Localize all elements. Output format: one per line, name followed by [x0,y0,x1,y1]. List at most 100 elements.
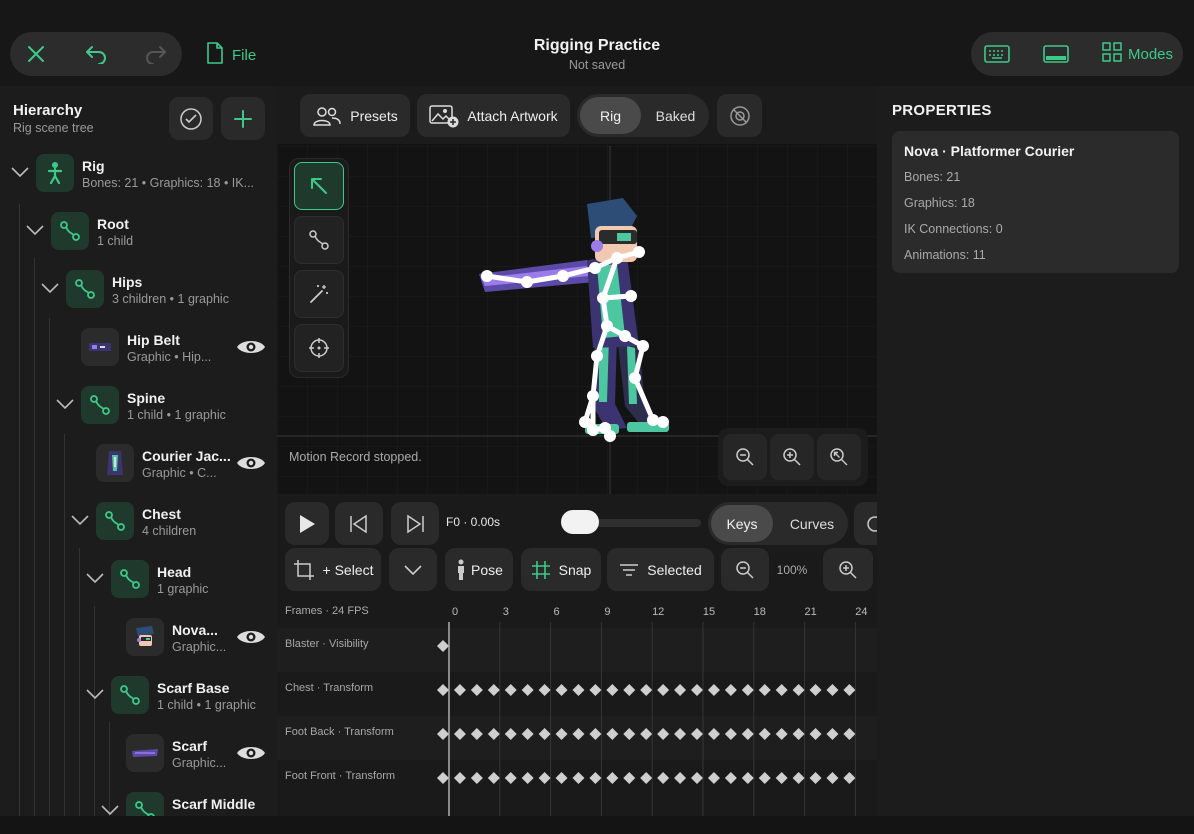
tree-row-name: Chest [142,506,181,522]
timeline-zoom-in-button[interactable] [823,548,873,591]
hierarchy-subtitle: Rig scene tree [13,121,94,135]
selected-filter-button[interactable]: Selected [607,548,714,591]
tree-row-spine[interactable]: Spine 1 child • 1 graphic [0,376,277,434]
tree-row-scarf-middle[interactable]: Scarf Middle [0,782,277,816]
redo-icon[interactable] [144,42,168,66]
eye-icon[interactable] [236,337,266,357]
tree-row-name: Rig [82,158,105,174]
keyframe-diamond [758,728,771,740]
keyframe-diamond [555,684,568,696]
keyframe-diamond [623,728,636,740]
select-label: + Select [322,561,374,578]
next-frame-button[interactable] [391,502,439,545]
keyframe-diamond [792,684,805,696]
keyframe-diamond [792,772,805,784]
eye-icon[interactable] [236,627,266,647]
keyframe-diamond [724,772,737,784]
rig-viewport[interactable]: Presets Attach Artwork Rig Baked Motion … [277,86,877,494]
eye-icon[interactable] [236,743,266,763]
select-tool-button[interactable] [294,162,344,210]
person-icon [458,559,465,580]
file-button[interactable]: File [206,42,256,69]
keyframe-grid [437,622,856,816]
modes-button[interactable]: Modes [1102,42,1173,67]
keys-tab[interactable]: Keys [711,505,773,542]
bone-tool-button[interactable] [294,216,344,264]
tree-row-detail: 1 child • 1 graphic [157,698,256,712]
timeline-zoom-out-button[interactable] [721,548,769,591]
tree-row-detail: 4 children [142,524,197,538]
tree-row-root[interactable]: Root 1 child [0,202,277,260]
bottom-edge [0,816,1194,834]
pose-button[interactable]: Pose [445,548,513,591]
file-label: File [232,47,257,64]
presets-button[interactable]: Presets [300,94,410,137]
keyframe-diamond [504,772,517,784]
confirm-button[interactable] [169,97,213,140]
baked-tab[interactable]: Baked [645,97,706,134]
zoom-in-button[interactable] [770,434,814,480]
play-button[interactable] [285,502,329,545]
keyboard-icon[interactable] [983,42,1011,66]
bone-icon [81,386,119,424]
panel-layout-icon[interactable] [1042,42,1070,66]
eye-icon[interactable] [236,453,266,473]
record-button[interactable] [854,502,877,545]
keyframe-diamond [623,684,636,696]
tree-row-rig[interactable]: Rig Bones: 21 • Graphics: 18 • IK... [0,144,277,202]
tree-row-head[interactable]: Head 1 graphic [0,550,277,608]
add-node-button[interactable] [221,97,265,140]
ik-count: IK Connections: 0 [904,222,1003,236]
tree-row-courier-jacket[interactable]: Courier Jac... Graphic • C... [0,434,277,492]
step-back-icon [350,514,367,533]
graphics-count: Graphics: 18 [904,196,975,210]
tree-row-hips[interactable]: Hips 3 children • 1 graphic [0,260,277,318]
keyframe-diamond [775,728,788,740]
keyframe-diamond [657,728,670,740]
close-icon[interactable] [24,42,48,66]
undo-icon[interactable] [84,42,108,66]
playhead-slider-thumb[interactable] [561,510,599,534]
chevron-down-icon[interactable] [55,398,75,410]
chevron-down-icon[interactable] [85,688,105,700]
tree-row-scarf[interactable]: Scarf Graphic... [0,724,277,782]
tree-row-chest[interactable]: Chest 4 children [0,492,277,550]
crosshair-icon [309,338,329,358]
curves-tab[interactable]: Curves [780,505,844,542]
keyframe-diamond [487,772,500,784]
chevron-down-icon[interactable] [40,282,60,294]
chevron-down-icon[interactable] [25,224,45,236]
keyframe-diamond [826,772,839,784]
keyframe-diamond [453,772,466,784]
tree-row-hip-belt[interactable]: Hip Belt Graphic • Hip... [0,318,277,376]
chevron-down-icon[interactable] [10,166,30,178]
zoom-out-button[interactable] [723,434,767,480]
tree-row-scarf-base[interactable]: Scarf Base 1 child • 1 graphic [0,666,277,724]
keyframe-diamond [487,728,500,740]
visibility-toggle-button[interactable] [717,94,762,137]
selected-label: Selected [647,561,702,578]
previous-frame-button[interactable] [335,502,383,545]
tree-row-detail: Bones: 21 • Graphics: 18 • IK... [82,176,255,190]
graphic-thumbnail [126,618,164,656]
magic-wand-tool-button[interactable] [294,270,344,318]
target-tool-button[interactable] [294,324,344,372]
chevron-down-icon[interactable] [100,804,120,816]
keyframe-diamond [843,772,856,784]
attach-artwork-button[interactable]: Attach Artwork [417,94,570,137]
chevron-down-icon[interactable] [70,514,90,526]
snap-button[interactable]: Snap [521,548,601,591]
select-mode-dropdown[interactable] [389,548,437,591]
keyframe-diamond [640,772,653,784]
select-button[interactable]: + Select [285,548,381,591]
attach-artwork-label: Attach Artwork [467,107,558,124]
chevron-down-icon[interactable] [85,572,105,584]
keyframe-diamond [724,684,737,696]
keyframe-diamond [640,684,653,696]
keyframe-diamond [572,728,585,740]
keyframe-diamond [606,728,619,740]
zoom-fit-button[interactable] [817,434,861,480]
rig-tab[interactable]: Rig [580,97,641,134]
tree-row-nova[interactable]: Nova... Graphic... [0,608,277,666]
character-rig [479,198,669,442]
